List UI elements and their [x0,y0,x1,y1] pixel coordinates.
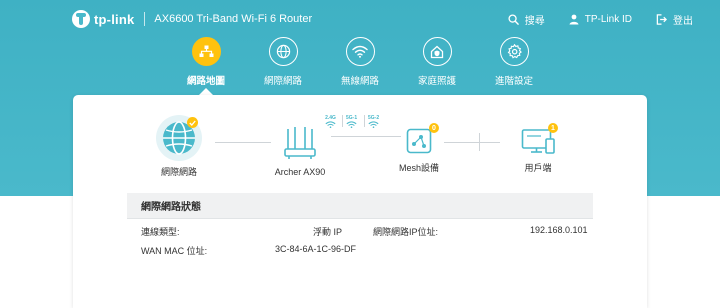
wifi-signal-icon [368,121,379,128]
search-label: 搜尋 [524,15,545,27]
internet-node-label: 網際網路 [160,167,197,177]
status-row-connection: 連線類型: 浮動 IP 網際網路IP位址: 192.168.0.101 [127,219,593,238]
search-button[interactable]: 搜尋 [508,12,545,27]
brand-name: tp-link [94,11,135,27]
top-header: tp-link AX6600 Tri-Band Wi-Fi 6 Router 搜… [0,0,720,38]
network-map-icon [191,37,221,66]
network-map-card: 網際網路 Archer AX90 2.4G 5G-1 5G-2 0 Mesh設備… [73,95,647,308]
mesh-count-badge: 0 [429,123,439,133]
wan-mac-label: WAN MAC 位址: [141,246,208,256]
mesh-node[interactable]: 0 Mesh設備 [399,123,440,174]
nav-network-map[interactable]: 網路地圖 [171,37,241,87]
logout-button[interactable]: 登出 [656,12,693,27]
wifi-icon [345,37,375,66]
tp-link-id-button[interactable]: TP-Link ID [569,14,632,25]
internet-ip-value: 192.168.0.101 [530,225,588,235]
user-icon [569,14,579,24]
wifi-signal-icon [325,121,336,128]
nav-advanced-label: 進階設定 [494,76,533,87]
connection-type-value: 浮動 IP [313,227,343,237]
tp-link-logo[interactable]: tp-link [72,10,134,28]
home-shield-icon [422,37,452,66]
nav-advanced[interactable]: 進階設定 [479,37,549,87]
clients-node-label: 用戶端 [524,163,552,173]
internet-ip-label: 網際網路IP位址: [373,227,439,237]
band-5g-2-indicator: 5G-2 [368,115,379,128]
tp-link-id-label: TP-Link ID [584,13,632,25]
logout-icon [656,13,667,25]
mesh-icon-wrap: 0 [399,123,439,157]
status-row-mac: WAN MAC 位址: 3C-84-6A-1C-96-DF [127,238,593,257]
wifi-signal-icon [346,121,357,128]
globe-icon [268,37,298,66]
nav-homecare-label: 家庭照護 [417,76,456,87]
mesh-divider [479,133,480,151]
band-5g-1-indicator: 5G-1 [346,115,357,128]
clients-icon-wrap: 1 [518,123,558,157]
logout-label: 登出 [673,15,693,27]
nav-internet-label: 網際網路 [263,76,302,87]
router-node-label: Archer AX90 [274,167,326,177]
band-separator [342,115,343,127]
mesh-icon [406,128,432,154]
gear-icon [499,37,529,66]
wan-mac-value: 3C-84-6A-1C-96-DF [275,244,357,254]
network-topology: 網際網路 Archer AX90 2.4G 5G-1 5G-2 0 Mesh設備… [73,95,647,185]
mesh-clients-link [444,142,500,143]
tp-link-logo-icon [72,10,90,28]
internet-status-title: 網際網路狀態 [127,193,593,219]
router-model: AX6600 Tri-Band Wi-Fi 6 Router [154,13,313,25]
band-2-4g-indicator: 2.4G [325,115,336,128]
internet-router-link [215,142,271,143]
router-icon [284,127,316,159]
nav-wireless[interactable]: 無線網路 [325,37,395,87]
band-separator [364,115,365,127]
nav-network-map-label: 網路地圖 [186,76,225,87]
clients-node[interactable]: 1 用戶端 [518,123,558,174]
main-nav: 網路地圖 網際網路 無線網路 家庭照護 進階設定 [0,37,720,87]
mesh-node-label: Mesh設備 [399,163,440,173]
connected-check-icon [187,117,198,128]
internet-status-panel: 網際網路狀態 連線類型: 浮動 IP 網際網路IP位址: 192.168.0.1… [127,193,593,263]
router-mesh-link [331,136,401,137]
internet-node-halo [156,115,202,161]
internet-node[interactable]: 網際網路 [156,115,202,178]
connection-type-label: 連線類型: [141,227,180,237]
router-node[interactable]: Archer AX90 [273,125,327,177]
nav-internet[interactable]: 網際網路 [248,37,318,87]
clients-count-badge: 1 [548,123,558,133]
nav-wireless-label: 無線網路 [340,76,379,87]
header-divider [144,12,146,26]
search-icon [508,13,519,25]
nav-homecare[interactable]: 家庭照護 [402,37,472,87]
